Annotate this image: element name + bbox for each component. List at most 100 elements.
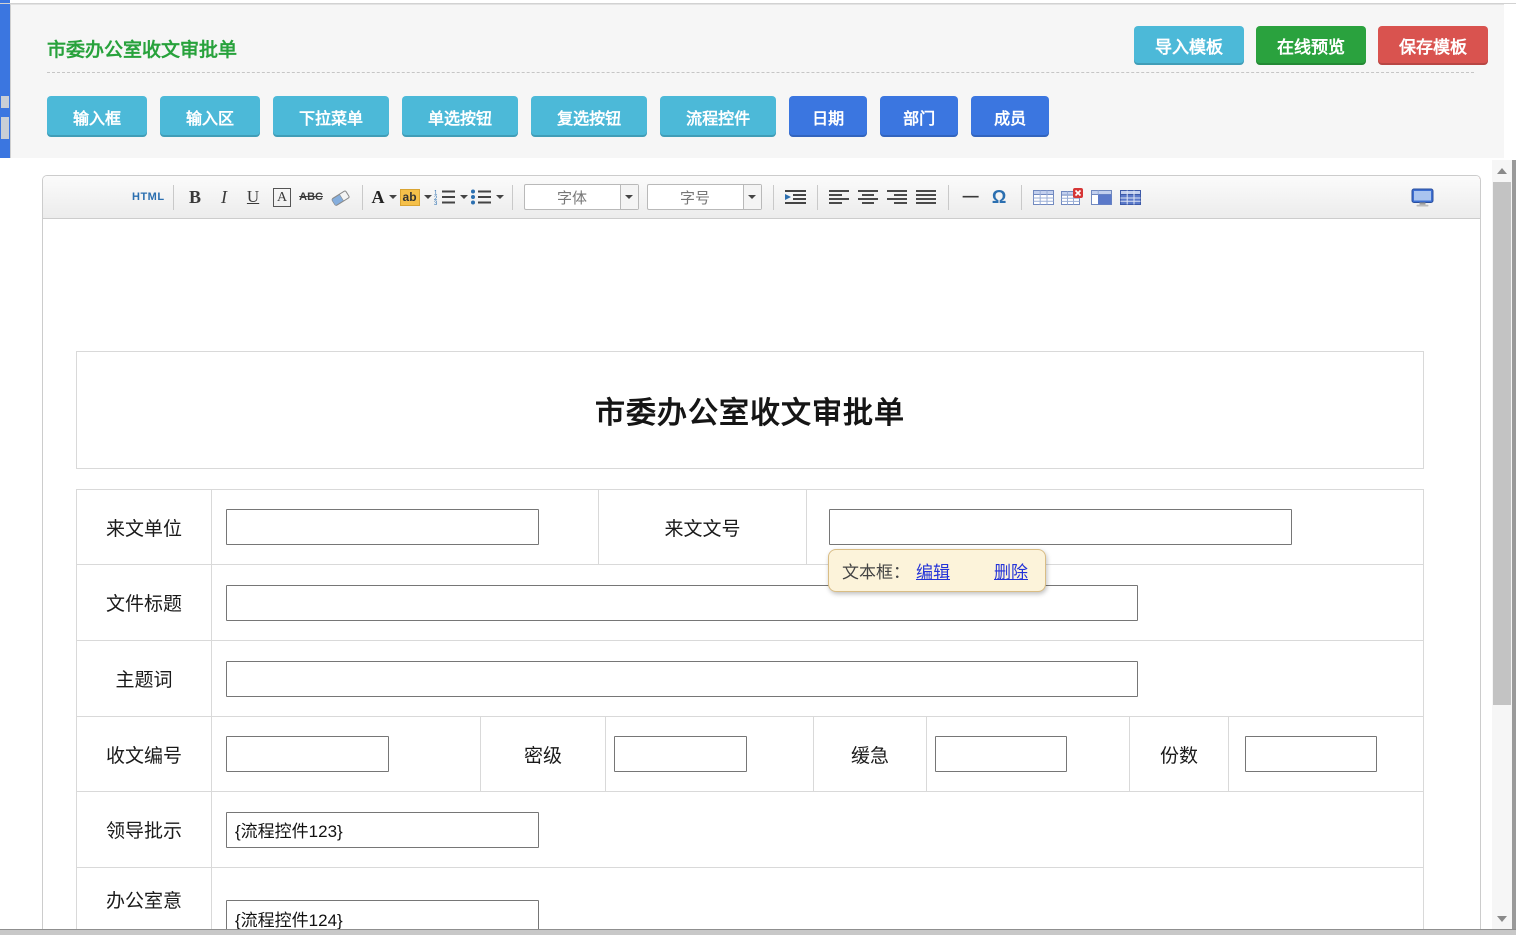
background-window-strip	[0, 0, 10, 158]
font-family-select[interactable]: 字体	[524, 184, 639, 210]
fullscreen-button[interactable]	[1409, 183, 1436, 211]
eraser-button[interactable]	[327, 183, 354, 211]
add-checkbox-button[interactable]: 复选按钮	[531, 96, 647, 137]
label-incoming-unit: 来文单位	[77, 490, 212, 564]
table-row: 办公室意	[77, 868, 1423, 935]
scrollbar-down-button[interactable]	[1492, 910, 1512, 928]
scrollbar-up-button[interactable]	[1492, 162, 1512, 180]
table-row: 领导批示	[77, 792, 1423, 868]
indent-button[interactable]	[782, 183, 809, 211]
label-office-opinion: 办公室意	[77, 868, 212, 935]
align-left-button[interactable]	[826, 183, 853, 211]
widget-button-row: 输入框 输入区 下拉菜单 单选按钮 复选按钮 流程控件 日期 部门 成员	[47, 96, 1049, 137]
table-properties-button[interactable]	[1117, 183, 1144, 211]
receipt-number-cell	[212, 717, 481, 791]
receipt-number-input[interactable]	[226, 736, 389, 772]
insert-table-button[interactable]	[1030, 183, 1057, 211]
label-receipt-number: 收文编号	[77, 717, 212, 791]
table-row: 主题词	[77, 641, 1423, 717]
align-right-icon	[887, 189, 907, 205]
html-source-button[interactable]: HTML	[132, 183, 165, 211]
font-size-select[interactable]: 字号	[647, 184, 762, 210]
align-justify-icon	[916, 189, 936, 205]
numbered-list-icon: 123	[434, 189, 456, 205]
form-table: 来文单位 来文文号 文件标题 主题词 收文编号 密级 缓急 份数	[76, 489, 1424, 935]
rich-text-editor: HTML B I U A ABC A ab✎ 123 字体 字号	[42, 175, 1481, 935]
align-right-button[interactable]	[884, 183, 911, 211]
font-attributes-button[interactable]: A	[269, 183, 296, 211]
online-preview-button[interactable]: 在线预览	[1256, 26, 1366, 65]
add-department-button[interactable]: 部门	[880, 96, 958, 137]
font-family-value: 字体	[525, 185, 620, 209]
editor-toolbar: HTML B I U A ABC A ab✎ 123 字体 字号	[43, 176, 1480, 219]
tooltip-delete-link[interactable]: 删除	[994, 558, 1028, 583]
numbered-list-button[interactable]: 123	[434, 183, 468, 211]
add-flow-control-button[interactable]: 流程控件	[660, 96, 776, 137]
align-center-button[interactable]	[855, 183, 882, 211]
add-date-button[interactable]: 日期	[789, 96, 867, 137]
strikethrough-button[interactable]: ABC	[298, 183, 325, 211]
background-window-fragment	[1, 96, 9, 108]
bold-button[interactable]: B	[182, 183, 209, 211]
chevron-down-icon	[496, 195, 504, 199]
cell-properties-button[interactable]	[1088, 183, 1115, 211]
incoming-unit-input[interactable]	[226, 509, 539, 545]
header-divider	[47, 72, 1474, 73]
bullet-list-button[interactable]	[470, 183, 504, 211]
special-character-button[interactable]: Ω	[986, 183, 1013, 211]
document-title-cell	[212, 565, 1423, 640]
incoming-unit-cell	[212, 490, 599, 564]
window-bottom-edge	[0, 929, 1516, 935]
label-copies: 份数	[1130, 717, 1229, 791]
svg-text:3: 3	[434, 201, 438, 205]
tooltip-edit-link[interactable]: 编辑	[916, 558, 950, 583]
pencil-icon: ✎	[1477, 175, 1481, 188]
vertical-scrollbar[interactable]	[1492, 160, 1512, 930]
underline-button[interactable]: U	[240, 183, 267, 211]
urgency-cell	[927, 717, 1130, 791]
chevron-down-icon	[620, 185, 638, 209]
leader-comments-input[interactable]	[226, 812, 539, 848]
highlight-icon: ab	[400, 189, 420, 206]
add-dropdown-button[interactable]: 下拉菜单	[273, 96, 389, 137]
align-left-icon	[829, 189, 849, 205]
toolbar-separator	[817, 185, 818, 210]
copies-input[interactable]	[1245, 736, 1377, 772]
textbox-context-tooltip: 文本框： 编辑 删除	[828, 549, 1046, 592]
italic-button[interactable]: I	[211, 183, 238, 211]
add-member-button[interactable]: 成员	[971, 96, 1049, 137]
leader-comments-cell	[212, 792, 1423, 867]
chevron-down-icon	[389, 195, 397, 199]
delete-table-button[interactable]	[1059, 183, 1086, 211]
subject-words-input[interactable]	[226, 661, 1138, 697]
horizontal-rule-button[interactable]: —	[957, 183, 984, 211]
toolbar-separator	[1021, 185, 1022, 210]
urgency-input[interactable]	[935, 736, 1067, 772]
toolbar-separator	[512, 185, 513, 210]
label-urgency: 缓急	[814, 717, 927, 791]
label-secrecy-level: 密级	[481, 717, 606, 791]
add-input-box-button[interactable]: 输入框	[47, 96, 147, 137]
save-template-button[interactable]: 保存模板	[1378, 26, 1488, 65]
chevron-down-icon	[460, 195, 468, 199]
import-template-button[interactable]: 导入模板	[1134, 26, 1244, 65]
template-editor-header: 市委办公室收文审批单 导入模板 在线预览 保存模板 输入框 输入区 下拉菜单 单…	[10, 4, 1504, 158]
secrecy-level-input[interactable]	[614, 736, 747, 772]
chevron-down-icon	[743, 185, 761, 209]
align-justify-button[interactable]	[913, 183, 940, 211]
add-radio-button[interactable]: 单选按钮	[402, 96, 518, 137]
table-properties-icon	[1120, 189, 1141, 206]
font-attributes-icon: A	[273, 188, 291, 207]
add-textarea-button[interactable]: 输入区	[160, 96, 260, 137]
toolbar-separator	[948, 185, 949, 210]
toolbar-separator	[773, 185, 774, 210]
highlight-button[interactable]: ab✎	[400, 183, 432, 211]
font-color-button[interactable]: A	[371, 183, 398, 211]
incoming-number-input[interactable]	[829, 509, 1292, 545]
editor-content[interactable]: 市委办公室收文审批单 来文单位 来文文号 文件标题 主题词 收文编号 密级	[43, 219, 1480, 935]
bullet-list-icon	[470, 189, 492, 205]
scrollbar-thumb[interactable]	[1493, 182, 1511, 705]
fullscreen-monitor-icon	[1411, 188, 1434, 207]
toolbar-separator	[362, 185, 363, 210]
delete-table-icon	[1061, 188, 1083, 206]
